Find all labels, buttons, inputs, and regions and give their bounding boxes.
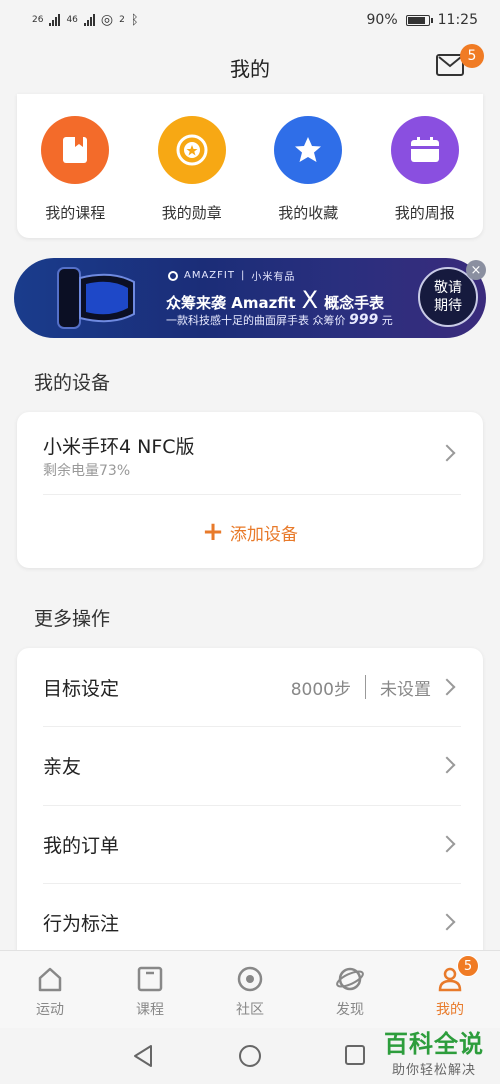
- goal-setting-row[interactable]: 目标设定 8000步 未设置: [17, 648, 483, 726]
- friends-label: 亲友: [43, 755, 82, 778]
- headline-post: 概念手表: [324, 294, 385, 312]
- plus-icon: +: [202, 517, 224, 547]
- value-separator: [365, 675, 366, 699]
- banner-headline: 众筹来袭 Amazfit X 概念手表: [166, 286, 384, 314]
- tab-courses[interactable]: 课程: [100, 951, 200, 1028]
- page-title: 我的: [230, 56, 270, 81]
- home-circle-icon[interactable]: [238, 1044, 262, 1068]
- my-favorites-label: 我的收藏: [278, 204, 339, 222]
- medal-icon: [157, 116, 226, 184]
- chevron-right-icon: [438, 913, 456, 931]
- tab-community-label: 社区: [236, 1002, 264, 1018]
- my-orders-label: 我的订单: [43, 834, 120, 857]
- tab-profile[interactable]: 我的 5: [400, 951, 500, 1028]
- devices-section-title: 我的设备: [34, 372, 111, 394]
- amazfit-logo-icon: [168, 270, 178, 281]
- watch-image: [57, 267, 135, 329]
- wifi-label: 2: [119, 15, 125, 25]
- battery-icon: [405, 14, 433, 26]
- device-card: 小米手环4 NFC版 剩余电量73% + 添加设备: [17, 412, 483, 568]
- cta-line-1: 敬请: [434, 280, 462, 296]
- goal-status: 未设置: [380, 679, 431, 700]
- cta-line-2: 期待: [434, 298, 462, 314]
- divider: [43, 494, 461, 495]
- wifi-icon: ◎: [100, 12, 114, 28]
- my-courses-label: 我的课程: [45, 204, 106, 222]
- network-label-1: 26: [32, 15, 44, 25]
- device-row[interactable]: 小米手环4 NFC版 剩余电量73%: [17, 412, 483, 496]
- community-icon: [237, 966, 263, 992]
- recents-icon[interactable]: [344, 1044, 366, 1066]
- my-weekly-report-label: 我的周报: [394, 204, 455, 222]
- signal-icon-2: [83, 14, 95, 26]
- goal-steps: 8000步: [290, 679, 351, 700]
- tab-community[interactable]: 社区: [200, 951, 300, 1028]
- bluetooth-icon: ᛒ: [130, 12, 139, 28]
- course-icon: [137, 966, 163, 992]
- profile-badge: 5: [457, 955, 479, 977]
- more-actions-card: 目标设定 8000步 未设置 亲友 我的订单 行为标注: [17, 648, 483, 958]
- discover-icon: [336, 967, 364, 991]
- chevron-right-icon: [438, 678, 456, 696]
- my-courses-button[interactable]: 我的课程: [17, 94, 134, 238]
- watermark-subtitle: 助你轻松解决: [391, 1063, 476, 1078]
- banner-close-button[interactable]: ×: [466, 260, 486, 280]
- tab-sport[interactable]: 运动: [0, 951, 100, 1028]
- friends-row[interactable]: 亲友: [17, 726, 483, 804]
- chevron-right-icon: [438, 756, 456, 774]
- bottom-tab-bar: 运动 课程 社区 发现 我的 5: [0, 950, 500, 1028]
- app-header: 我的 5: [0, 40, 500, 94]
- my-medals-label: 我的勋章: [161, 204, 222, 222]
- watermark: 百科全说 助你轻松解决: [384, 1024, 484, 1078]
- sub-post: 元: [381, 314, 393, 327]
- promo-banner[interactable]: AMAZFIT | 小米有品 众筹来袭 Amazfit X 概念手表 一款科技感…: [14, 258, 486, 338]
- banner-brand: AMAZFIT | 小米有品: [168, 268, 295, 283]
- brand-name: AMAZFIT: [184, 270, 235, 281]
- report-icon: [390, 116, 459, 184]
- chevron-right-icon: [438, 444, 456, 462]
- banner-subtitle: 一款科技感十足的曲面屏手表 众筹价 999 元: [166, 312, 393, 328]
- mail-badge: 5: [460, 44, 484, 68]
- my-orders-row[interactable]: 我的订单: [17, 805, 483, 883]
- tab-courses-label: 课程: [136, 1002, 164, 1018]
- home-icon: [38, 967, 62, 992]
- status-bar: 26 46 ◎ 2 ᛒ 90% 11:25: [0, 0, 500, 40]
- my-weekly-report-button[interactable]: 我的周报: [367, 94, 484, 238]
- banner-price: 999: [349, 312, 379, 328]
- clock: 11:25: [437, 12, 478, 28]
- battery-percent: 90%: [366, 12, 398, 28]
- add-device-button[interactable]: + 添加设备: [17, 512, 483, 552]
- headline-pre: 众筹来袭 Amazfit: [166, 294, 296, 312]
- my-favorites-button[interactable]: 我的收藏: [250, 94, 367, 238]
- device-name: 小米手环4 NFC版: [43, 436, 195, 458]
- tab-discover[interactable]: 发现: [300, 951, 400, 1028]
- chevron-right-icon: [438, 835, 456, 853]
- goal-setting-label: 目标设定: [43, 677, 120, 700]
- book-icon: [41, 116, 110, 184]
- partner-name: 小米有品: [251, 272, 296, 283]
- device-battery: 剩余电量73%: [43, 463, 131, 479]
- tab-sport-label: 运动: [36, 1002, 64, 1018]
- goal-values: 8000步 未设置: [291, 675, 431, 700]
- add-device-label: 添加设备: [229, 524, 298, 545]
- brand-divider: |: [240, 270, 246, 281]
- more-section-title: 更多操作: [34, 608, 111, 630]
- back-icon[interactable]: [132, 1044, 154, 1068]
- star-icon: [274, 116, 343, 184]
- sub-pre: 一款科技感十足的曲面屏手表 众筹价: [166, 314, 346, 327]
- my-medals-button[interactable]: 我的勋章: [134, 94, 251, 238]
- tab-discover-label: 发现: [336, 1002, 364, 1018]
- quick-entry-card: 我的课程 我的勋章 我的收藏 我的周报: [17, 94, 483, 238]
- behavior-tag-label: 行为标注: [43, 912, 120, 935]
- network-label-2: 46: [66, 15, 78, 25]
- watermark-title: 百科全说: [384, 1030, 484, 1058]
- headline-x: X: [301, 286, 319, 314]
- tab-profile-label: 我的: [436, 1002, 464, 1018]
- signal-icon: [49, 14, 61, 26]
